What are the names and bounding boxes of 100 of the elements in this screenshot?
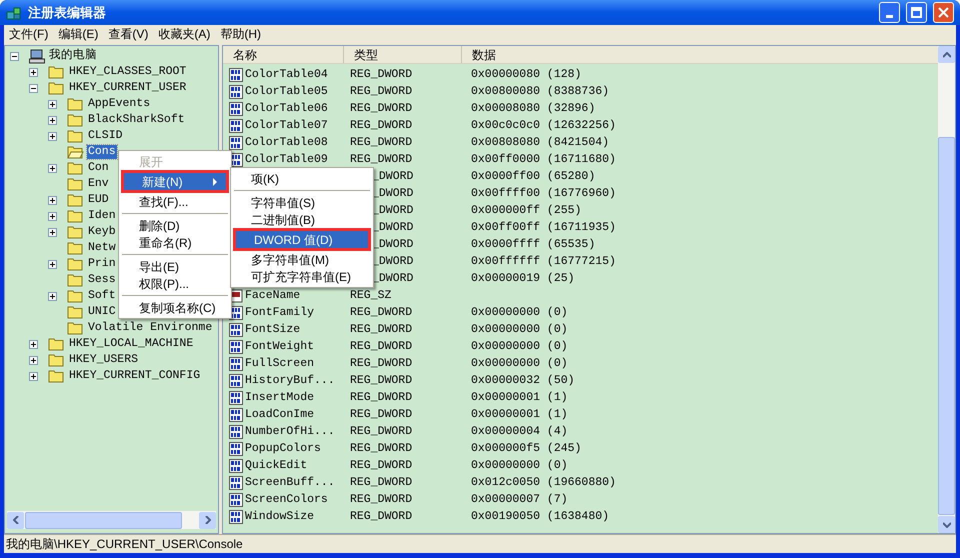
minimize-button[interactable] — [879, 2, 900, 23]
column-header[interactable]: 类型 — [344, 46, 462, 63]
value-name[interactable]: FontSize — [245, 320, 300, 338]
tree-item[interactable]: Env — [87, 177, 110, 191]
expand-icon[interactable] — [48, 292, 57, 300]
value-name[interactable]: FontFamily — [245, 304, 314, 322]
table-cell: REG_DWORD — [350, 408, 412, 421]
menu-item[interactable]: 可扩充字符串值(E) — [233, 268, 371, 285]
value-name[interactable]: WindowSize — [245, 508, 314, 526]
table-cell: REG_DWORD — [350, 492, 412, 506]
column-header[interactable]: 数据 — [462, 46, 938, 63]
value-name[interactable]: ColorTable05 — [245, 82, 328, 100]
maximize-button[interactable] — [906, 2, 927, 23]
value-name[interactable]: NumberOfHi... — [245, 422, 335, 440]
value-name[interactable]: ColorTable07 — [245, 116, 328, 134]
menu-item[interactable]: 项(K) — [233, 170, 371, 187]
expand-icon[interactable] — [48, 212, 57, 220]
value-name[interactable]: HistoryBuf... — [245, 372, 335, 390]
scrollbar-thumb[interactable] — [25, 512, 182, 528]
table-cell: 0x00000000 (0) — [471, 306, 568, 319]
expand-icon[interactable] — [48, 228, 57, 236]
scrollbar-thumb[interactable] — [938, 137, 955, 515]
value-name[interactable]: ColorTable04 — [245, 66, 328, 84]
folder-icon — [67, 113, 84, 127]
column-header[interactable]: 名称 — [223, 46, 344, 63]
menu-bar-item[interactable]: 收藏夹(A) — [153, 25, 216, 43]
menu-item[interactable]: 导出(E) — [121, 258, 229, 275]
table-cell: _DWORD — [372, 186, 414, 200]
menu-item[interactable]: 复制项名称(C) — [121, 299, 229, 316]
table-cell: 0x00000032 (50) — [471, 374, 575, 387]
expand-icon[interactable] — [29, 356, 38, 364]
menu-bar-item[interactable]: 帮助(H) — [215, 25, 266, 43]
close-icon — [938, 7, 949, 18]
vertical-scrollbar[interactable] — [938, 46, 955, 533]
table-cell: 0x00190050 (1638480) — [471, 510, 610, 523]
value-name[interactable]: ColorTable08 — [245, 134, 328, 152]
value-name[interactable]: ScreenColors — [245, 490, 328, 508]
tree-item[interactable]: AppEvents — [87, 97, 152, 111]
value-name[interactable]: FullScreen — [245, 354, 314, 372]
expand-icon[interactable] — [48, 260, 57, 268]
expand-icon[interactable] — [29, 68, 38, 76]
expand-icon[interactable] — [48, 132, 57, 140]
value-name[interactable]: PopupColors — [245, 440, 321, 458]
expand-icon[interactable] — [48, 116, 57, 124]
tree-item[interactable]: HKEY_USERS — [68, 353, 140, 367]
menu-item[interactable]: 查找(F)... — [121, 193, 229, 210]
window-title: 注册表编辑器 — [28, 4, 107, 22]
table-cell: 0x00000001 (1) — [471, 408, 568, 421]
binary-value-icon — [229, 390, 243, 404]
binary-value-icon — [229, 118, 243, 132]
tree-item[interactable]: UNIC — [87, 305, 117, 319]
tree-item[interactable]: Volatile Environme — [87, 321, 214, 335]
tree-item[interactable]: Keyb — [87, 225, 117, 239]
value-name[interactable]: FontWeight — [245, 338, 314, 356]
menu-bar-item[interactable]: 编辑(E) — [53, 25, 104, 43]
menu-item[interactable]: 权限(P)... — [121, 275, 229, 292]
expand-icon[interactable] — [29, 372, 38, 380]
table-cell: REG_DWORD — [350, 340, 412, 353]
tree-item[interactable]: Con — [87, 161, 110, 175]
expand-icon[interactable] — [48, 196, 57, 204]
tree-item[interactable]: 我的电脑 — [48, 49, 98, 63]
menu-item[interactable]: 字符串值(S) — [233, 194, 371, 211]
menu-bar-item[interactable]: 查看(V) — [103, 25, 154, 43]
horizontal-scrollbar[interactable] — [7, 511, 216, 529]
tree-item[interactable]: HKEY_CLASSES_ROOT — [68, 65, 188, 79]
tree-item[interactable]: Cons — [87, 145, 117, 159]
menu-item[interactable]: 删除(D) — [121, 217, 229, 234]
expand-icon[interactable] — [29, 340, 38, 348]
tree-item[interactable]: HKEY_CURRENT_USER — [68, 81, 188, 95]
value-name[interactable]: ColorTable06 — [245, 100, 328, 118]
value-name[interactable]: InsertMode — [245, 388, 314, 406]
tree-item[interactable]: Iden — [87, 209, 117, 223]
value-name[interactable]: FaceName — [245, 286, 300, 304]
tree-item[interactable]: HKEY_LOCAL_MACHINE — [68, 337, 194, 351]
tree-item[interactable]: Soft — [87, 289, 117, 303]
menu-item[interactable]: 多字符串值(M) — [233, 251, 371, 268]
tree-item[interactable]: Prin — [87, 257, 117, 271]
collapse-icon[interactable] — [29, 84, 38, 92]
menu-item[interactable]: 重命名(R) — [121, 234, 229, 251]
expand-icon[interactable] — [48, 100, 57, 108]
close-button[interactable] — [933, 2, 954, 23]
menu-bar-item[interactable]: 文件(F) — [4, 25, 54, 43]
table-cell: 0x00000000 (0) — [471, 322, 568, 336]
menu-item[interactable]: DWORD 值(D) — [236, 231, 368, 248]
tree-item[interactable]: Sess — [87, 273, 117, 287]
table-cell: REG_DWORD — [350, 458, 412, 472]
collapse-icon[interactable] — [10, 52, 19, 60]
menu-item[interactable]: 新建(N) — [124, 173, 226, 190]
tree-item[interactable]: HKEY_CURRENT_CONFIG — [68, 369, 202, 383]
value-name[interactable]: ColorTable09 — [245, 150, 328, 168]
table-cell: 0x000000f5 (245) — [471, 442, 582, 455]
menu-item[interactable]: 二进制值(B) — [233, 211, 371, 228]
tree-item[interactable]: EUD — [87, 193, 110, 207]
value-name[interactable]: QuickEdit — [245, 456, 308, 474]
value-name[interactable]: LoadConIme — [245, 406, 314, 424]
tree-item[interactable]: BlackSharkSoft — [87, 113, 186, 127]
tree-item[interactable]: CLSID — [87, 129, 124, 143]
expand-icon[interactable] — [48, 164, 57, 172]
tree-item[interactable]: Netw — [87, 241, 117, 255]
value-name[interactable]: ScreenBuff... — [245, 474, 335, 492]
